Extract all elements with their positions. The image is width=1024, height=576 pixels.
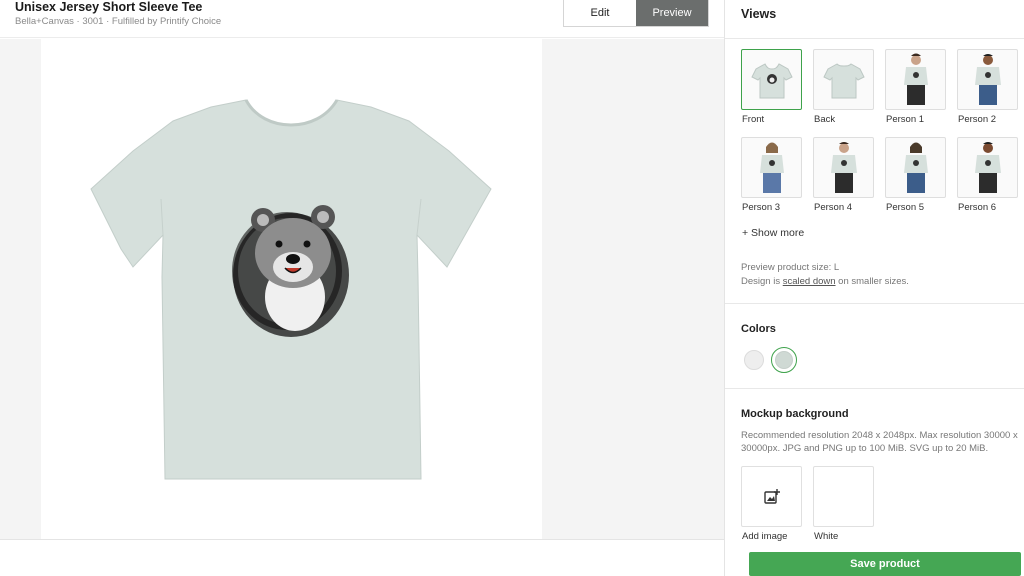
preview-area [0,39,724,539]
divider [725,388,1024,389]
view-label-front: Front [742,114,765,125]
bottom-bar [0,539,724,576]
tshirt-mockup-image [90,99,492,480]
design-note-suffix: on smaller sizes. [835,276,909,287]
preview-size-note: Preview product size: L [741,262,840,273]
view-thumb-back[interactable] [813,49,874,110]
add-image-label: Add image [742,531,788,542]
view-label-person-3: Person 3 [742,202,781,213]
white-label: White [814,531,839,542]
color-swatch-light-grey[interactable] [744,350,764,370]
add-image-button[interactable] [741,466,802,527]
view-thumb-person-2[interactable] [957,49,1018,110]
view-thumb-person-6[interactable] [957,137,1018,198]
person-icon [903,53,928,105]
person-icon [759,142,784,193]
product-subtitle: Bella+Canvas · 3001 · Fulfilled by Print… [15,16,222,27]
views-heading: Views [741,7,777,21]
tab-edit[interactable]: Edit [564,0,636,26]
mockup-background-heading: Mockup background [741,408,849,420]
design-scale-note: Design is scaled down on smaller sizes. [741,276,909,287]
tshirt-back-icon [822,62,865,98]
view-thumb-person-5[interactable] [885,137,946,198]
view-label-person-6: Person 6 [958,202,997,213]
view-thumb-person-1[interactable] [885,49,946,110]
mockup-canvas [41,39,542,539]
view-label-back: Back [814,114,836,125]
tab-preview[interactable]: Preview [636,0,708,26]
person-icon [903,142,928,193]
right-panel: Views Front Back Person 1 Person 2 Perso… [724,0,1024,576]
color-swatch-heather[interactable] [775,351,793,369]
add-image-icon [763,488,780,504]
view-thumb-front[interactable] [741,49,802,110]
view-label-person-5: Person 5 [886,202,925,213]
view-label-person-1: Person 1 [886,114,925,125]
person-icon [830,141,857,193]
person-icon [974,53,1001,105]
product-header: Unisex Jersey Short Sleeve Tee Bella+Can… [0,0,724,38]
view-thumb-person-3[interactable] [741,137,802,198]
divider [725,303,1024,304]
show-more-button[interactable]: + Show more [742,227,804,239]
product-title: Unisex Jersey Short Sleeve Tee [15,0,203,14]
colors-heading: Colors [741,323,776,335]
save-product-button[interactable]: Save product [749,552,1021,576]
view-label-person-2: Person 2 [958,114,997,125]
tshirt-front-icon [750,62,793,98]
view-thumb-person-4[interactable] [813,137,874,198]
divider [725,38,1024,39]
view-mode-tabs: Edit Preview [563,0,709,27]
white-background-option[interactable] [813,466,874,527]
mockup-background-note: Recommended resolution 2048 x 2048px. Ma… [741,430,1018,454]
design-note-prefix: Design is [741,276,783,287]
person-icon [974,141,1001,193]
view-label-person-4: Person 4 [814,202,853,213]
scaled-down-link[interactable]: scaled down [783,276,836,287]
